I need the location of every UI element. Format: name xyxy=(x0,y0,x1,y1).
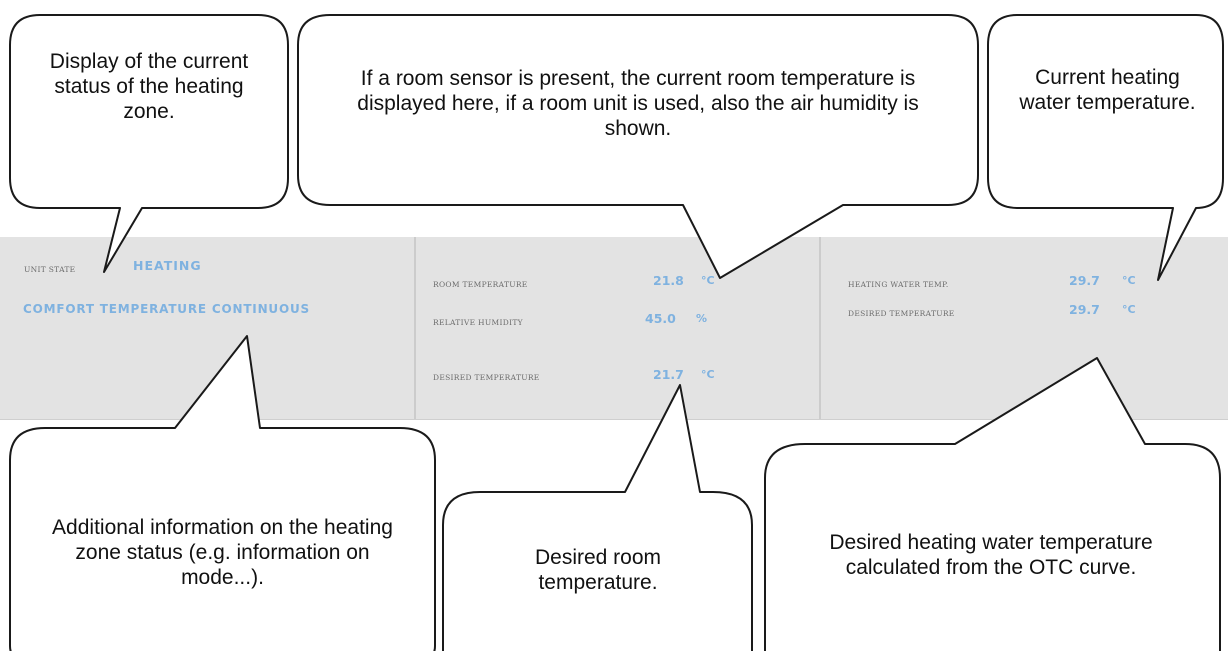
callout-water-temp-bubble xyxy=(987,14,1224,281)
callout-additional-info-bubble xyxy=(9,335,436,651)
callout-room-sensor-bubble xyxy=(297,14,979,279)
callout-desired-water-text: Desired heating water temperature calcul… xyxy=(829,531,1153,579)
callout-zone-status-text: Display of the current status of the hea… xyxy=(49,50,249,123)
callout-desired-room-text: Desired room temperature. xyxy=(534,546,662,594)
callout-desired-room-bubble xyxy=(442,384,753,651)
callout-room-sensor-text: If a room sensor is present, the current… xyxy=(357,67,919,140)
callout-additional-info-text: Additional information on the heating zo… xyxy=(52,516,393,589)
callout-desired-water-bubble xyxy=(764,357,1221,651)
callout-water-temp-text: Current heating water temperature. xyxy=(1019,66,1196,114)
